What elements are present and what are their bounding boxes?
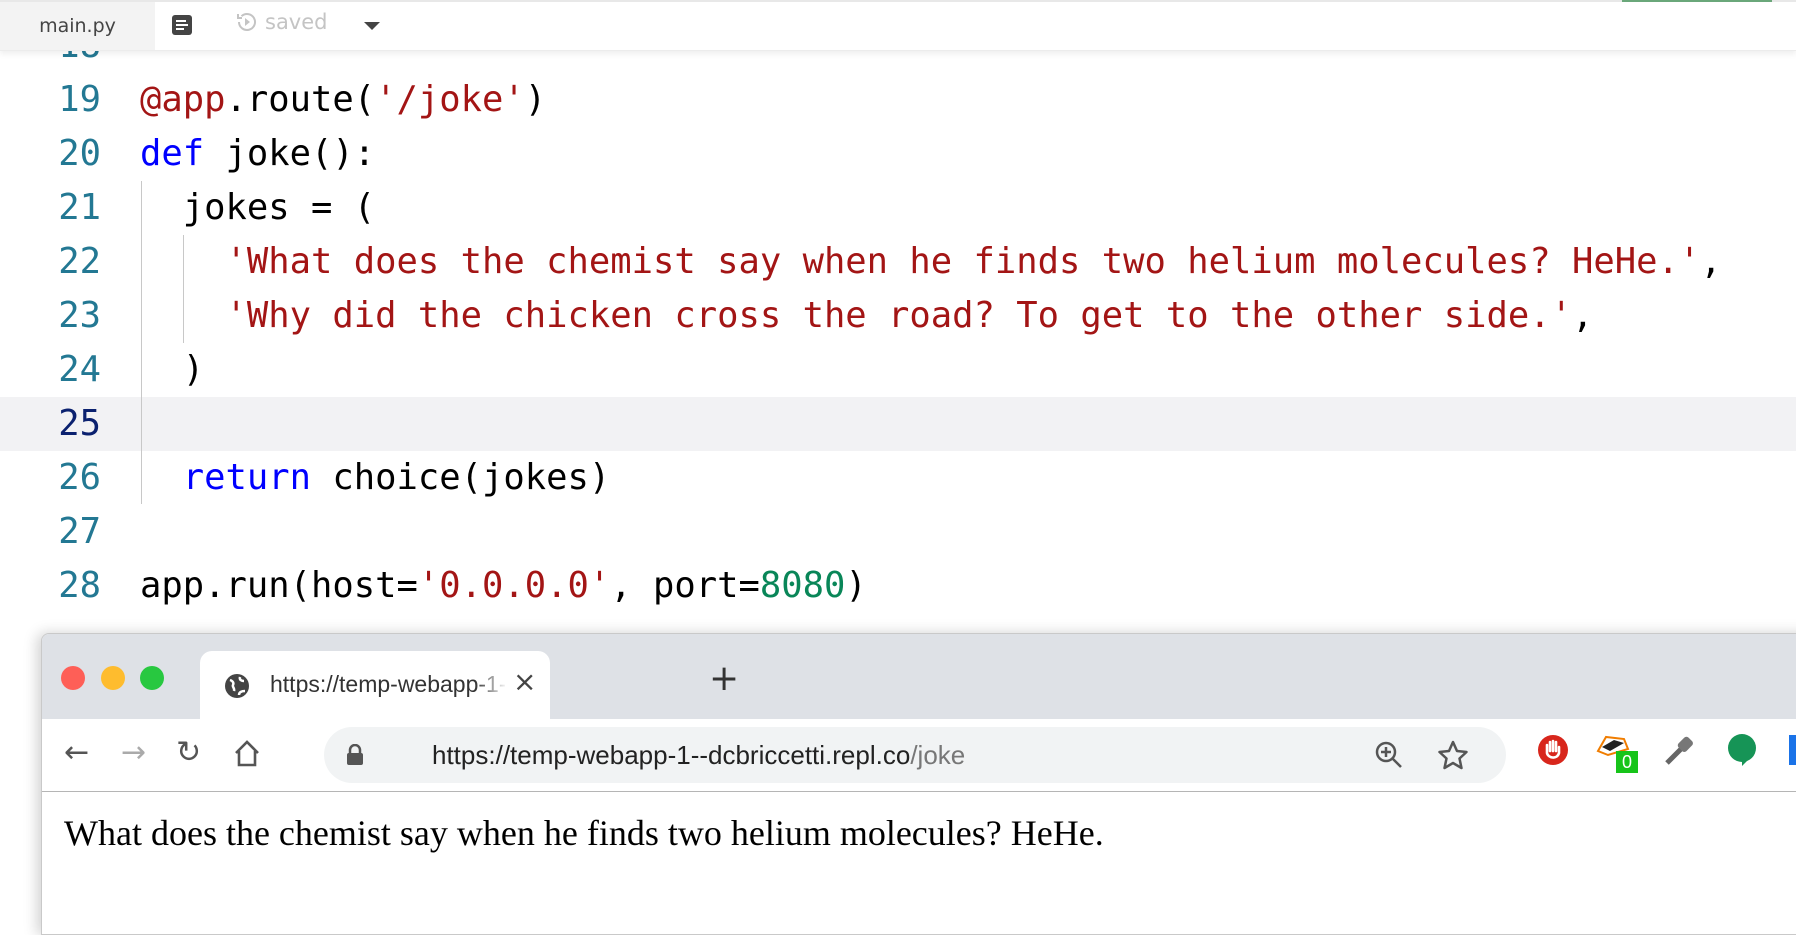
close-window-button[interactable] bbox=[61, 666, 85, 690]
address-bar[interactable]: https://temp-webapp-1--dcbriccetti.repl.… bbox=[324, 727, 1506, 783]
code-line[interactable]: 28 app.run(host='0.0.0.0', port=8080) bbox=[0, 559, 1796, 613]
code-token: '0.0.0.0' bbox=[417, 565, 611, 606]
tab-title-fade bbox=[475, 665, 507, 705]
url-path: /joke bbox=[910, 740, 966, 770]
code-line[interactable]: 27 bbox=[0, 505, 1796, 559]
code-token: '/joke' bbox=[375, 79, 525, 120]
run-progress-indicator bbox=[1622, 0, 1772, 2]
line-number: 25 bbox=[58, 403, 101, 444]
code-token: 8080 bbox=[759, 565, 846, 606]
reload-icon[interactable]: ↻ bbox=[176, 735, 201, 771]
url-host: https://temp-webapp-1--dcbriccetti.repl.… bbox=[432, 740, 911, 770]
code-token: 'What does the chemist say when he finds… bbox=[225, 241, 1701, 282]
code-text: 'Why did the chicken cross the road? To … bbox=[140, 289, 1594, 343]
zoom-in-icon[interactable] bbox=[1374, 740, 1404, 770]
top-strip bbox=[0, 0, 1796, 2]
code-token: return bbox=[182, 457, 311, 498]
globe-icon bbox=[225, 674, 249, 698]
forward-arrow-icon[interactable]: → bbox=[121, 735, 146, 771]
code-token: 'Why did the chicken cross the road? To … bbox=[225, 295, 1573, 336]
code-line[interactable]: 24 ) bbox=[0, 343, 1796, 397]
line-number: 20 bbox=[58, 133, 101, 174]
browser-toolbar: ← → ↻ https://temp-webapp-1--dcbriccetti… bbox=[42, 719, 1796, 792]
code-line[interactable]: 22 'What does the chemist say when he fi… bbox=[0, 235, 1796, 289]
code-line[interactable]: 25 bbox=[0, 397, 1796, 451]
page-content-joke: What does the chemist say when he finds … bbox=[64, 813, 1104, 853]
bookmark-star-icon[interactable] bbox=[1437, 739, 1469, 771]
code-token: ) bbox=[524, 79, 547, 120]
save-status: saved bbox=[235, 10, 328, 34]
code-token: .route( bbox=[225, 79, 376, 120]
browser-tab[interactable]: https://temp-webapp-1--dcbriccetti.repl.… bbox=[200, 651, 550, 719]
code-text: @app.route('/joke') bbox=[140, 73, 546, 127]
code-line[interactable]: 20 def joke(): bbox=[0, 127, 1796, 181]
code-token: def bbox=[140, 133, 205, 174]
format-icon[interactable] bbox=[172, 15, 192, 35]
code-text: app.run(host='0.0.0.0', port=8080) bbox=[140, 559, 867, 613]
hangouts-icon[interactable] bbox=[1725, 733, 1759, 767]
browser-window: https://temp-webapp-1--dcbriccetti.repl.… bbox=[41, 633, 1796, 935]
code-token: , port= bbox=[610, 565, 760, 606]
line-number: 26 bbox=[58, 457, 101, 498]
code-line[interactable]: 21 jokes = ( bbox=[0, 181, 1796, 235]
adblock-hand-icon[interactable] bbox=[1536, 733, 1570, 767]
code-text: return choice(jokes) bbox=[140, 451, 610, 505]
line-number: 19 bbox=[58, 79, 101, 120]
line-number: 27 bbox=[58, 511, 101, 552]
editor-header: main.py saved bbox=[0, 0, 1796, 51]
key-icon[interactable] bbox=[1661, 733, 1695, 767]
indent-guide bbox=[183, 235, 184, 343]
line-number: 24 bbox=[58, 349, 101, 390]
chevron-down-icon[interactable] bbox=[364, 22, 380, 30]
indent-guide bbox=[141, 181, 142, 504]
extension-blue-icon[interactable] bbox=[1789, 735, 1796, 765]
code-text: 'What does the chemist say when he finds… bbox=[140, 235, 1722, 289]
code-token: ) bbox=[140, 349, 205, 390]
privacy-badger-icon[interactable]: 0 bbox=[1596, 733, 1638, 773]
line-number: 23 bbox=[58, 295, 101, 336]
code-token: , bbox=[1572, 295, 1594, 336]
code-line[interactable]: 26 return choice(jokes) bbox=[0, 451, 1796, 505]
code-token: joke(): bbox=[204, 133, 376, 174]
line-number: 28 bbox=[58, 565, 101, 606]
code-token: , bbox=[1700, 241, 1722, 282]
code-text: ) bbox=[140, 343, 204, 397]
code-line[interactable]: 19 @app.route('/joke') bbox=[0, 73, 1796, 127]
file-tab-main-py[interactable]: main.py bbox=[0, 2, 155, 50]
code-token: choice(jokes) bbox=[311, 457, 611, 498]
code-token: ) bbox=[845, 565, 867, 606]
line-number: 22 bbox=[58, 241, 101, 282]
extension-badge: 0 bbox=[1616, 751, 1638, 773]
new-tab-button[interactable]: + bbox=[709, 661, 739, 697]
url-text[interactable]: https://temp-webapp-1--dcbriccetti.repl.… bbox=[432, 740, 965, 771]
maximize-window-button[interactable] bbox=[140, 666, 164, 690]
code-text: jokes = ( bbox=[140, 181, 375, 235]
code-token: @app bbox=[140, 79, 226, 120]
history-icon bbox=[237, 13, 256, 31]
code-line[interactable]: 23 'Why did the chicken cross the road? … bbox=[0, 289, 1796, 343]
lock-icon bbox=[347, 744, 363, 765]
minimize-window-button[interactable] bbox=[101, 666, 125, 690]
tab-close-icon[interactable]: × bbox=[513, 665, 536, 698]
home-icon[interactable] bbox=[233, 739, 261, 769]
code-token: app.run(host= bbox=[140, 565, 418, 606]
back-arrow-icon[interactable]: ← bbox=[64, 735, 89, 771]
saved-label: saved bbox=[265, 10, 328, 34]
line-number: 21 bbox=[58, 187, 101, 228]
code-text: def joke(): bbox=[140, 127, 375, 181]
tab-title: https://temp-webapp-1--dcbriccetti.repl.… bbox=[270, 671, 505, 697]
code-token: jokes = ( bbox=[140, 187, 376, 228]
browser-tab-bar: https://temp-webapp-1--dcbriccetti.repl.… bbox=[42, 634, 1796, 719]
